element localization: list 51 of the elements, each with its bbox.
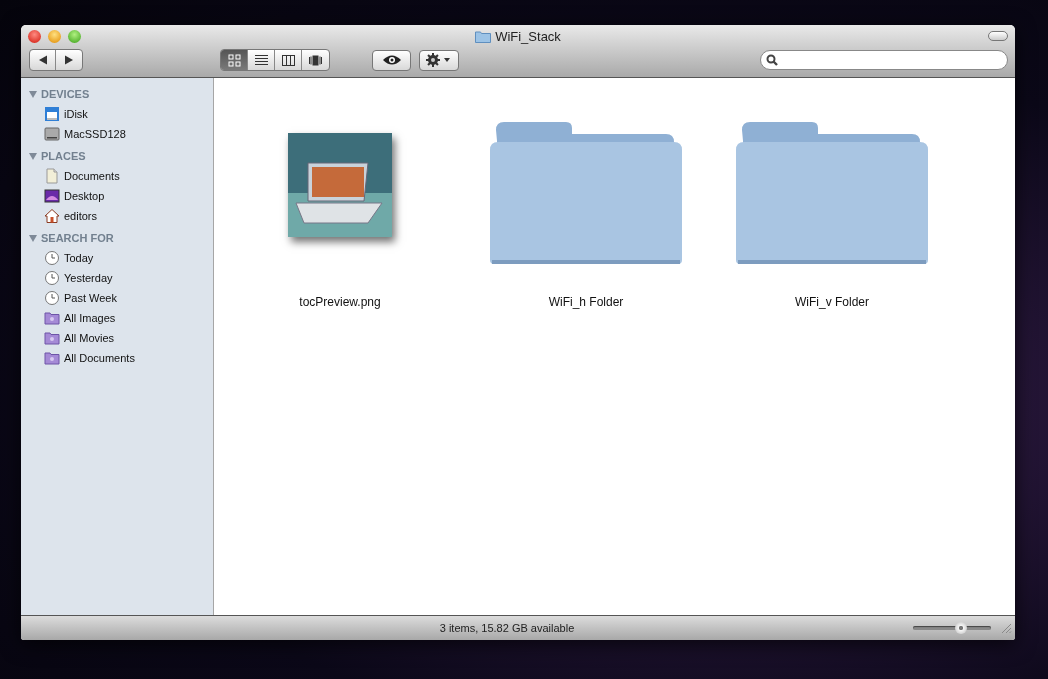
- action-menu-button[interactable]: [419, 49, 459, 71]
- toolbar-toggle-button[interactable]: [988, 31, 1008, 41]
- sidebar-item[interactable]: Past Week: [21, 288, 213, 308]
- sidebar-item[interactable]: iDisk: [21, 104, 213, 124]
- folder-icon: [475, 29, 492, 43]
- clock-icon: [44, 250, 60, 266]
- section-heading: PLACES: [41, 150, 86, 162]
- sidebar-item[interactable]: editors: [21, 206, 213, 226]
- hard-drive-icon: [44, 126, 60, 142]
- sidebar-item[interactable]: Documents: [21, 166, 213, 186]
- window-title: WiFi_Stack: [495, 28, 561, 44]
- icon-view-icon: [227, 53, 241, 67]
- sidebar-item[interactable]: MacSSD128: [21, 124, 213, 144]
- folder-icon: [44, 310, 60, 326]
- house-icon: [44, 208, 60, 224]
- cover-flow-icon: [309, 53, 322, 67]
- quick-look-button[interactable]: [372, 49, 411, 71]
- clock-icon: [44, 290, 60, 306]
- disclosure-triangle-icon[interactable]: [29, 234, 37, 242]
- file-item[interactable]: WiFi_v Folder: [734, 116, 930, 309]
- eye-icon: [381, 54, 402, 66]
- slider-thumb[interactable]: [955, 622, 968, 634]
- gear-icon: [426, 53, 452, 67]
- disclosure-triangle-icon[interactable]: [29, 90, 37, 98]
- disclosure-triangle-icon[interactable]: [29, 152, 37, 160]
- file-item[interactable]: WiFi_h Folder: [488, 116, 684, 309]
- status-text: 3 items, 15.82 GB available: [438, 622, 576, 634]
- back-icon: [37, 55, 48, 65]
- icon-view-button[interactable]: [221, 50, 248, 70]
- close-button[interactable]: [28, 29, 41, 43]
- search-field[interactable]: [760, 50, 1008, 70]
- clock-icon: [44, 270, 60, 286]
- column-view-icon: [281, 53, 295, 67]
- folder-icon: [44, 350, 60, 366]
- resize-grip-icon[interactable]: [1001, 622, 1012, 634]
- document-icon: [44, 168, 60, 184]
- section-heading: SEARCH FOR: [41, 232, 114, 244]
- sidebar-item[interactable]: All Images: [21, 308, 213, 328]
- sidebar-item[interactable]: All Movies: [21, 328, 213, 348]
- icon-size-slider[interactable]: [913, 622, 991, 634]
- sidebar-item[interactable]: All Documents: [21, 348, 213, 368]
- search-icon: [766, 54, 778, 66]
- section-heading: DEVICES: [41, 88, 90, 100]
- forward-icon: [64, 55, 74, 65]
- list-view-icon: [254, 53, 268, 67]
- file-item[interactable]: tocPreview.png: [242, 116, 438, 309]
- sidebar-item[interactable]: Yesterday: [21, 268, 213, 288]
- desktop-icon: [44, 188, 60, 204]
- sidebar-item[interactable]: Today: [21, 248, 213, 268]
- folder-icon: [44, 330, 60, 346]
- sidebar-item[interactable]: Desktop: [21, 186, 213, 206]
